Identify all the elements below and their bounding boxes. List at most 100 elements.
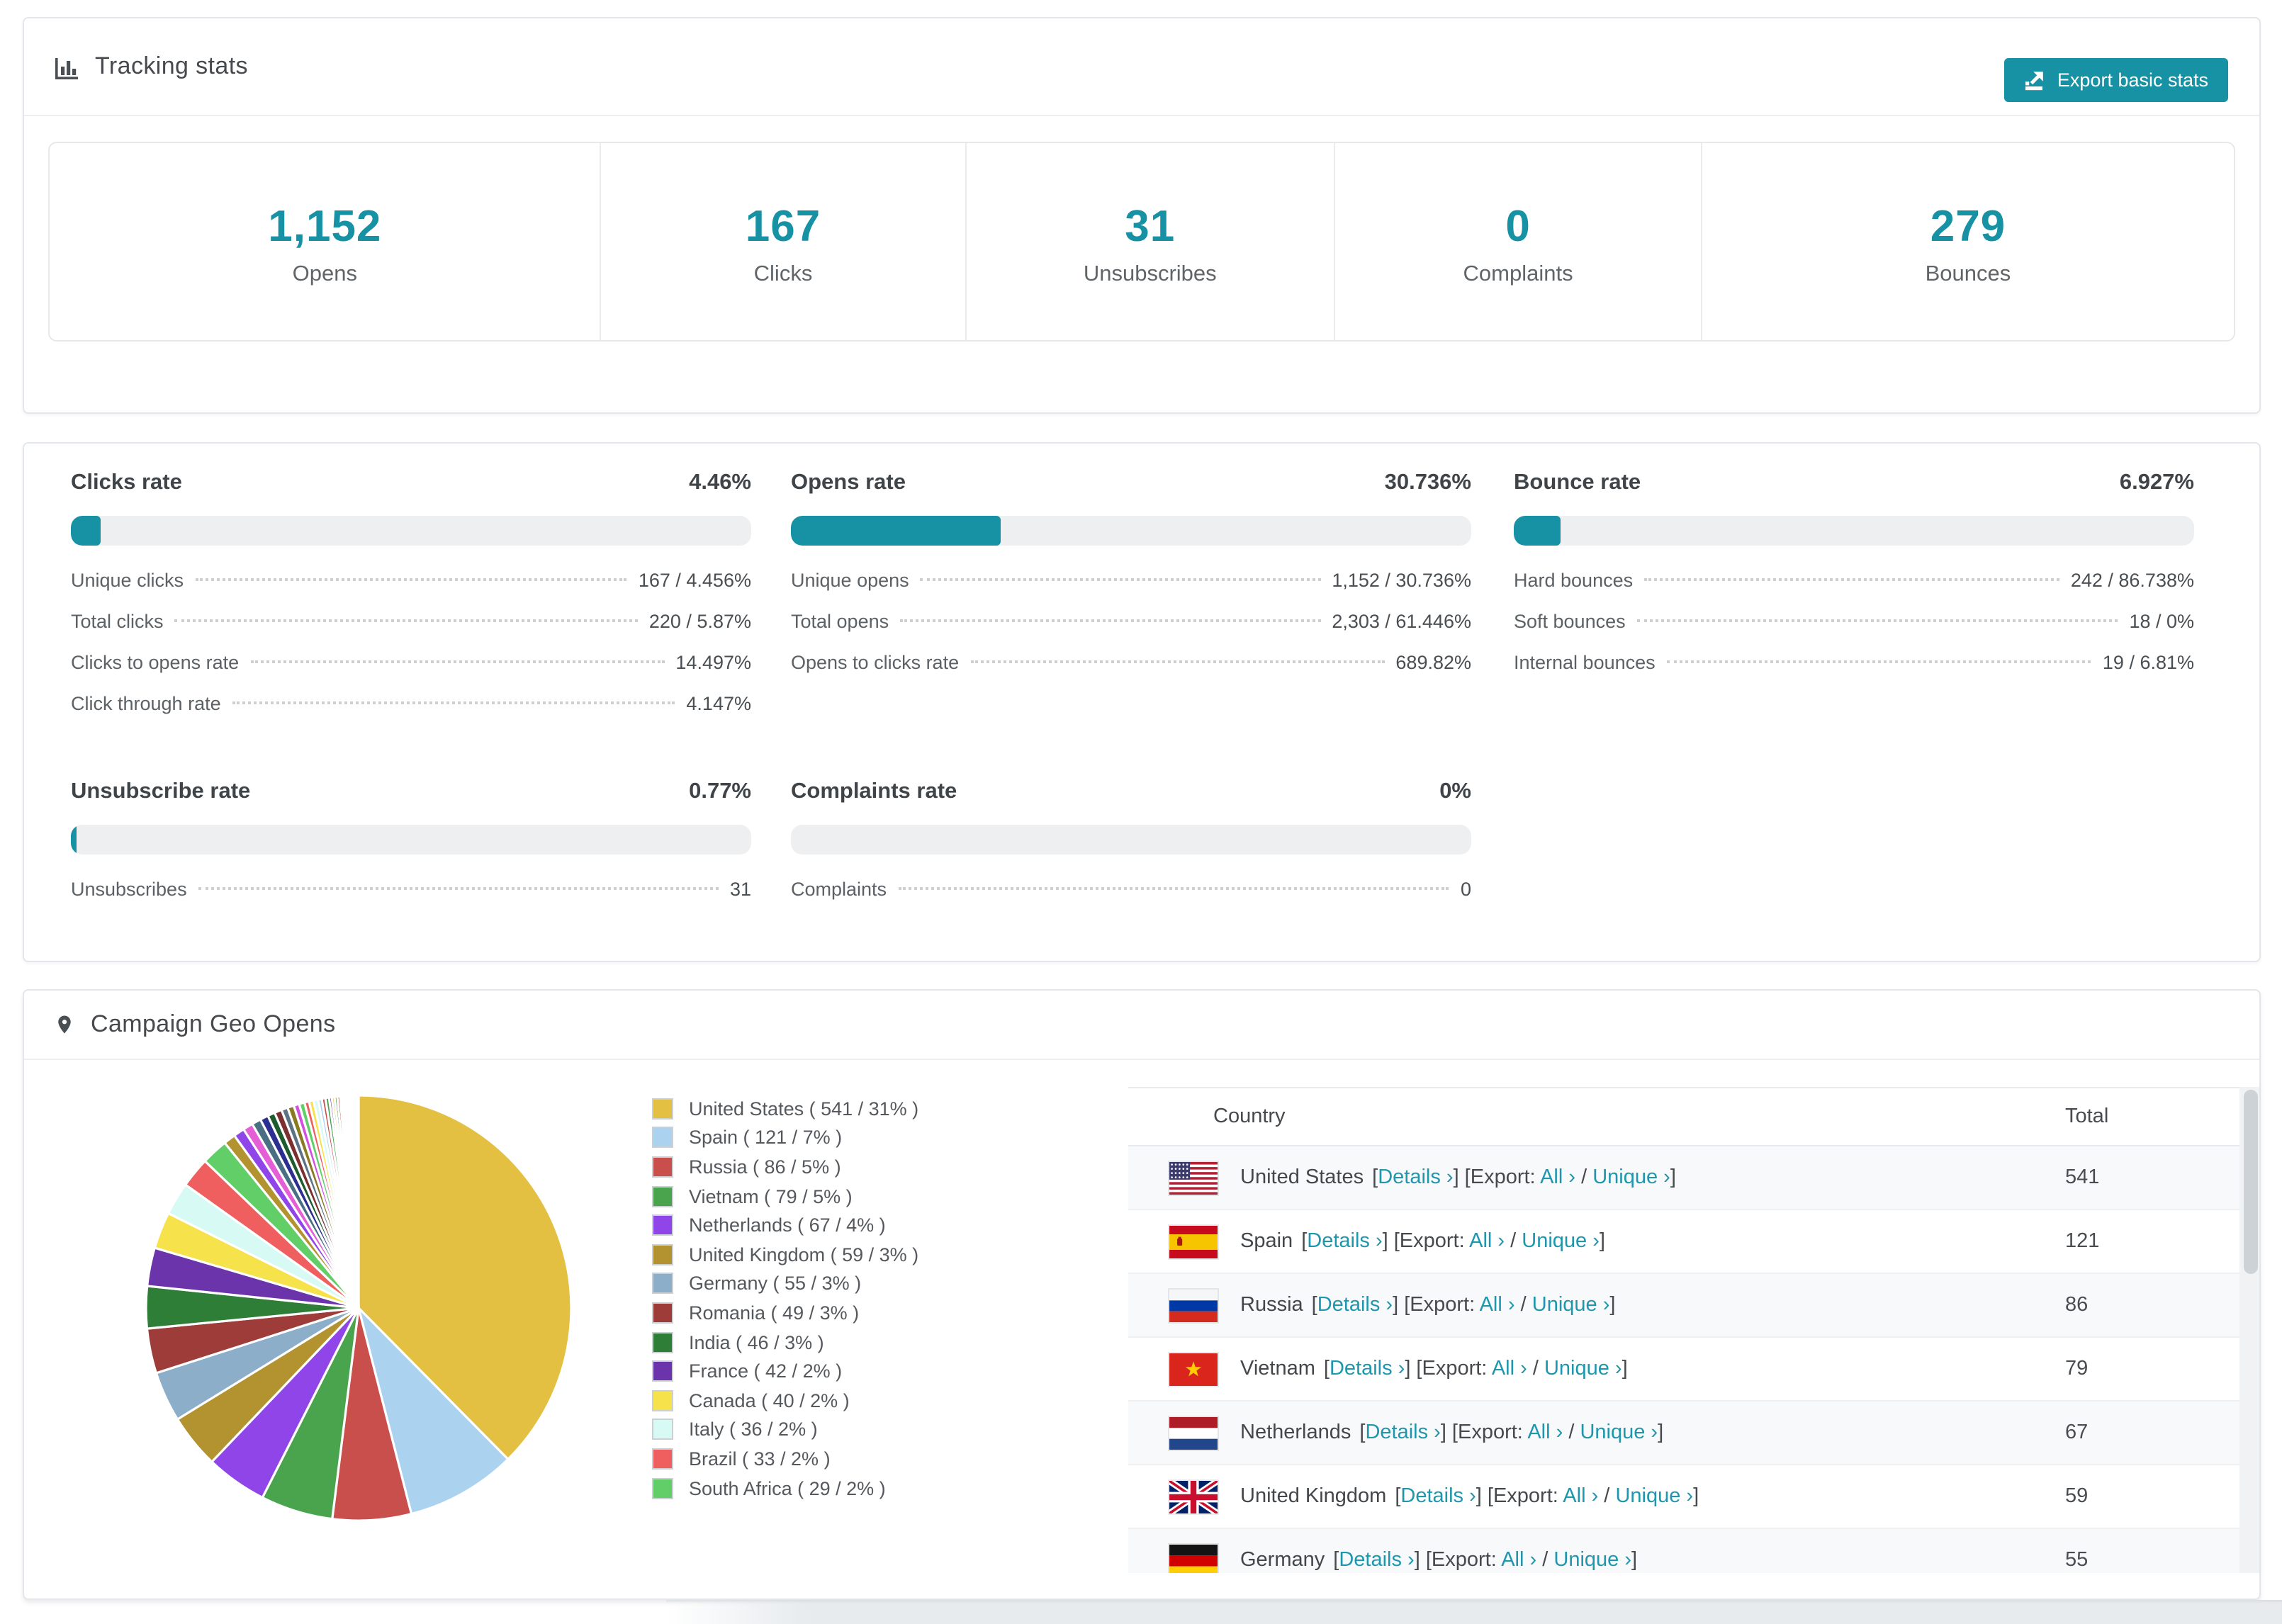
- rate-row: Unsubscribes 31: [71, 879, 751, 900]
- country-links: [Details ›] [Export: All › / Unique ›]: [1372, 1166, 1676, 1189]
- export-all-link[interactable]: All ›: [1540, 1166, 1575, 1189]
- geo-table-row: United States [Details ›] [Export: All › …: [1128, 1146, 2239, 1210]
- legend-item: Netherlands ( 67 / 4% ): [652, 1211, 918, 1240]
- stat-label: Unsubscribes: [1083, 262, 1217, 286]
- legend-item: South Africa ( 29 / 2% ): [652, 1473, 918, 1502]
- rate-row: Internal bounces 19 / 6.81%: [1514, 652, 2194, 673]
- geo-table-row: United Kingdom [Details ›] [Export: All ›…: [1128, 1465, 2239, 1529]
- export-all-link[interactable]: All ›: [1563, 1485, 1598, 1508]
- stat-label: Opens: [292, 262, 357, 286]
- legend-swatch: [652, 1214, 673, 1236]
- country-links: [Details ›] [Export: All › / Unique ›]: [1359, 1421, 1664, 1444]
- stats-summary-box: 1,152 Opens 167 Clicks 31 Unsubscribes 0…: [48, 142, 2235, 342]
- panel-percent: 0%: [1439, 779, 1471, 803]
- legend-item: France ( 42 / 2% ): [652, 1357, 918, 1386]
- export-unique-link[interactable]: Unique ›: [1592, 1166, 1670, 1189]
- page-background-strip: [666, 1600, 2282, 1624]
- export-all-link[interactable]: All ›: [1469, 1230, 1505, 1253]
- rate-row: Click through rate 4.147%: [71, 693, 751, 714]
- complaints-rate-progressbar: [791, 825, 1471, 855]
- export-unique-link[interactable]: Unique ›: [1580, 1421, 1658, 1444]
- country-name: Russia: [1240, 1294, 1303, 1316]
- panel-title: Opens rate: [791, 470, 906, 495]
- legend-swatch: [652, 1156, 673, 1178]
- legend-label: France ( 42 / 2% ): [689, 1360, 843, 1382]
- stat-value: 0: [1505, 201, 1531, 251]
- stat-clicks: 167 Clicks: [600, 143, 965, 340]
- geo-table-row: Netherlands [Details ›] [Export: All › / …: [1128, 1402, 2239, 1465]
- legend-item: India ( 46 / 3% ): [652, 1328, 918, 1357]
- export-icon: [2025, 69, 2046, 91]
- rate-row: Opens to clicks rate 689.82%: [791, 652, 1471, 673]
- details-link[interactable]: Details ›: [1365, 1421, 1440, 1444]
- export-all-link[interactable]: All ›: [1480, 1294, 1515, 1316]
- page-title: Tracking stats: [95, 52, 248, 79]
- rate-row: Total opens 2,303 / 61.446%: [791, 611, 1471, 632]
- legend-swatch: [652, 1302, 673, 1324]
- geo-header: Campaign Geo Opens: [24, 991, 2259, 1060]
- flag-ru-icon: [1168, 1287, 1219, 1323]
- geo-table-row: Vietnam [Details ›] [Export: All › / Uniq…: [1128, 1338, 2239, 1402]
- country-total: 541: [2065, 1166, 2100, 1189]
- stat-value: 1,152: [268, 201, 382, 251]
- country-links: [Details ›] [Export: All › / Unique ›]: [1333, 1549, 1638, 1572]
- legend-item: Spain ( 121 / 7% ): [652, 1123, 918, 1152]
- country-total: 59: [2065, 1485, 2089, 1508]
- geo-table-header: Country Total: [1128, 1087, 2239, 1146]
- export-all-link[interactable]: All ›: [1492, 1358, 1527, 1380]
- legend-swatch: [652, 1360, 673, 1382]
- country-name: Netherlands: [1240, 1421, 1351, 1444]
- country-name: Spain: [1240, 1230, 1293, 1253]
- legend-label: Spain ( 121 / 7% ): [689, 1127, 843, 1149]
- stat-unsubscribes: 31 Unsubscribes: [965, 143, 1334, 340]
- rate-row: Total clicks 220 / 5.87%: [71, 611, 751, 632]
- legend-swatch: [652, 1477, 673, 1499]
- unsubscribe-rate-progressbar: [71, 825, 751, 855]
- details-link[interactable]: Details ›: [1400, 1485, 1476, 1508]
- rate-row: Complaints 0: [791, 879, 1471, 900]
- details-link[interactable]: Details ›: [1317, 1294, 1393, 1316]
- legend-item: Germany ( 55 / 3% ): [652, 1269, 918, 1298]
- details-link[interactable]: Details ›: [1339, 1549, 1414, 1572]
- rate-row: Soft bounces 18 / 0%: [1514, 611, 2194, 632]
- country-total: 121: [2065, 1230, 2100, 1253]
- export-all-link[interactable]: All ›: [1501, 1549, 1536, 1572]
- legend-label: United States ( 541 / 31% ): [689, 1098, 919, 1120]
- legend-swatch: [652, 1127, 673, 1149]
- country-name: United States: [1240, 1166, 1364, 1189]
- details-link[interactable]: Details ›: [1330, 1358, 1405, 1380]
- geo-table-row: Germany [Details ›] [Export: All › / Uniq…: [1128, 1529, 2239, 1573]
- export-basic-stats-button[interactable]: Export basic stats: [2004, 58, 2228, 102]
- legend-swatch: [652, 1098, 673, 1120]
- legend-item: Brazil ( 33 / 2% ): [652, 1444, 918, 1473]
- legend-swatch: [652, 1389, 673, 1411]
- geo-table-row: Russia [Details ›] [Export: All › / Uniqu…: [1128, 1274, 2239, 1338]
- campaign-geo-opens-card: Campaign Geo Opens United States ( 541 /…: [23, 989, 2261, 1600]
- geo-pie-chart: [137, 1087, 580, 1529]
- stat-complaints: 0 Complaints: [1334, 143, 1701, 340]
- opens-rate-progressbar: [791, 516, 1471, 546]
- geo-table-scrollbar[interactable]: [2239, 1087, 2259, 1573]
- panel-title: Clicks rate: [71, 470, 182, 495]
- flag-us-icon: [1168, 1160, 1219, 1195]
- export-unique-link[interactable]: Unique ›: [1553, 1549, 1631, 1572]
- dashboard: Tracking stats Export basic stats 1,152 …: [0, 0, 2282, 1624]
- scrollbar-thumb[interactable]: [2243, 1090, 2257, 1274]
- legend-item: United Kingdom ( 59 / 3% ): [652, 1240, 918, 1269]
- geo-table-row: Spain [Details ›] [Export: All › / Unique…: [1128, 1210, 2239, 1274]
- panel-percent: 0.77%: [689, 779, 751, 803]
- details-link[interactable]: Details ›: [1378, 1166, 1453, 1189]
- export-unique-link[interactable]: Unique ›: [1522, 1230, 1600, 1253]
- legend-label: Romania ( 49 / 3% ): [689, 1302, 860, 1324]
- export-all-link[interactable]: All ›: [1527, 1421, 1563, 1444]
- export-unique-link[interactable]: Unique ›: [1532, 1294, 1610, 1316]
- legend-swatch: [652, 1273, 673, 1295]
- rates-card: Clicks rate 4.46% Unique clicks 167 / 4.4…: [23, 442, 2261, 962]
- rate-row: Unique opens 1,152 / 30.736%: [791, 570, 1471, 591]
- complaints-rate-panel: Complaints rate 0% Complaints 0: [791, 779, 1471, 920]
- details-link[interactable]: Details ›: [1307, 1230, 1382, 1253]
- flag-es-icon: [1168, 1224, 1219, 1259]
- export-unique-link[interactable]: Unique ›: [1544, 1358, 1622, 1380]
- legend-swatch: [652, 1244, 673, 1265]
- export-unique-link[interactable]: Unique ›: [1615, 1485, 1693, 1508]
